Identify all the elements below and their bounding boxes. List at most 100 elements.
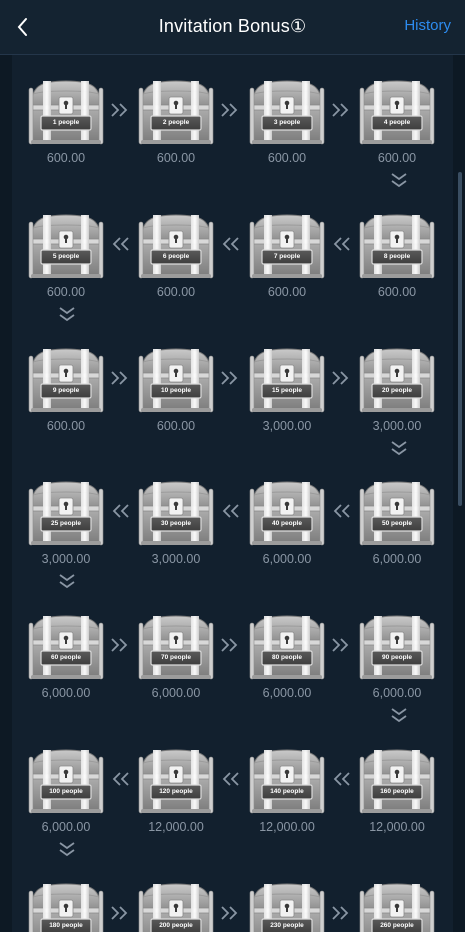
treasure-chest-icon[interactable] bbox=[136, 72, 216, 152]
double-chevron-left-icon bbox=[330, 503, 352, 519]
bonus-chest-item[interactable]: 9 people 600.00 bbox=[26, 340, 106, 434]
bonus-chest-item[interactable]: 40 people 6,000.00 bbox=[247, 473, 327, 567]
bonus-amount: 6,000.00 bbox=[372, 552, 422, 566]
chest-requirement-label: 7 people bbox=[273, 253, 301, 260]
bonus-chest-item[interactable]: 60 people 6,000.00 bbox=[26, 607, 106, 701]
bonus-chest-item[interactable]: 15 people 3,000.00 bbox=[247, 340, 327, 434]
chest-requirement-label: 25 people bbox=[51, 520, 81, 527]
bonus-chest-item[interactable]: 180 people bbox=[26, 875, 106, 932]
bonus-amount: 6,000.00 bbox=[262, 552, 312, 566]
treasure-chest-icon[interactable] bbox=[136, 206, 216, 286]
chest-requirement-label: 15 people bbox=[272, 387, 302, 394]
bonus-chest-item[interactable]: 160 people 12,000.00 bbox=[357, 741, 437, 835]
bonus-amount: 600.00 bbox=[156, 151, 196, 165]
double-chevron-right-icon bbox=[219, 102, 241, 118]
double-chevron-right-icon bbox=[330, 370, 352, 386]
bonus-amount: 600.00 bbox=[267, 285, 307, 299]
bonus-chest-item[interactable]: 90 people 6,000.00 bbox=[357, 607, 437, 701]
treasure-chest-icon[interactable] bbox=[26, 206, 106, 286]
treasure-chest-icon[interactable] bbox=[247, 206, 327, 286]
treasure-chest-icon[interactable] bbox=[247, 741, 327, 821]
chest-requirement-label: 20 people bbox=[382, 387, 412, 394]
bonus-amount: 3,000.00 bbox=[41, 552, 91, 566]
treasure-chest-icon[interactable] bbox=[247, 607, 327, 687]
treasure-chest-icon[interactable] bbox=[357, 607, 437, 687]
treasure-chest-icon[interactable] bbox=[357, 72, 437, 152]
treasure-chest-icon[interactable] bbox=[26, 741, 106, 821]
chest-requirement-label: 3 people bbox=[273, 119, 301, 126]
bonus-amount: 600.00 bbox=[377, 151, 417, 165]
chest-requirement-label: 120 people bbox=[159, 788, 193, 795]
chest-requirement-label: 1 people bbox=[52, 119, 80, 126]
history-link[interactable]: History bbox=[404, 17, 451, 34]
chest-requirement-label: 180 people bbox=[49, 922, 83, 929]
bonus-amount: 6,000.00 bbox=[262, 686, 312, 700]
bonus-chest-item[interactable]: 10 people 600.00 bbox=[136, 340, 216, 434]
bonus-amount: 6,000.00 bbox=[41, 686, 91, 700]
double-chevron-left-icon bbox=[219, 236, 241, 252]
bonus-chest-item[interactable]: 1 people 600.00 bbox=[26, 72, 106, 166]
double-chevron-right-icon bbox=[330, 102, 352, 118]
treasure-chest-icon[interactable] bbox=[26, 473, 106, 553]
double-chevron-left-icon bbox=[219, 503, 241, 519]
bonus-chest-item[interactable]: 2 people 600.00 bbox=[136, 72, 216, 166]
bonus-amount: 600.00 bbox=[46, 285, 86, 299]
treasure-chest-icon[interactable] bbox=[247, 340, 327, 420]
bonus-chest-item[interactable]: 230 people bbox=[247, 875, 327, 932]
treasure-chest-icon[interactable] bbox=[247, 72, 327, 152]
treasure-chest-icon[interactable] bbox=[136, 340, 216, 420]
bonus-chest-item[interactable]: 140 people 12,000.00 bbox=[247, 741, 327, 835]
double-chevron-down-icon bbox=[388, 440, 410, 456]
double-chevron-right-icon bbox=[330, 637, 352, 653]
chest-requirement-label: 70 people bbox=[161, 654, 191, 661]
treasure-chest-icon[interactable] bbox=[357, 340, 437, 420]
double-chevron-down-icon bbox=[56, 306, 78, 322]
bonus-amount: 3,000.00 bbox=[262, 419, 312, 433]
double-chevron-left-icon bbox=[109, 771, 131, 787]
double-chevron-right-icon bbox=[330, 905, 352, 921]
bonus-chest-item[interactable]: 8 people 600.00 bbox=[357, 206, 437, 300]
bonus-chest-item[interactable]: 200 people bbox=[136, 875, 216, 932]
bonus-chest-item[interactable]: 70 people 6,000.00 bbox=[136, 607, 216, 701]
bonus-chest-item[interactable]: 3 people 600.00 bbox=[247, 72, 327, 166]
treasure-chest-icon[interactable] bbox=[136, 741, 216, 821]
treasure-chest-icon[interactable] bbox=[247, 473, 327, 553]
bonus-chest-item[interactable]: 5 people 600.00 bbox=[26, 206, 106, 300]
double-chevron-right-icon bbox=[219, 637, 241, 653]
treasure-chest-icon[interactable] bbox=[136, 473, 216, 553]
bonus-chest-item[interactable]: 120 people 12,000.00 bbox=[136, 741, 216, 835]
chest-requirement-label: 5 people bbox=[52, 253, 80, 260]
bonus-chest-item[interactable]: 100 people 6,000.00 bbox=[26, 741, 106, 835]
bonus-amount: 12,000.00 bbox=[369, 820, 425, 834]
scrollbar[interactable] bbox=[458, 172, 462, 506]
double-chevron-left-icon bbox=[330, 771, 352, 787]
chest-requirement-label: 40 people bbox=[272, 520, 302, 527]
bonus-chest-item[interactable]: 7 people 600.00 bbox=[247, 206, 327, 300]
bonus-chest-item[interactable]: 50 people 6,000.00 bbox=[357, 473, 437, 567]
double-chevron-left-icon bbox=[330, 236, 352, 252]
treasure-chest-icon[interactable] bbox=[26, 340, 106, 420]
treasure-chest-icon[interactable] bbox=[26, 607, 106, 687]
treasure-chest-icon[interactable] bbox=[357, 206, 437, 286]
chest-requirement-label: 6 people bbox=[162, 253, 190, 260]
bonus-chest-item[interactable]: 80 people 6,000.00 bbox=[247, 607, 327, 701]
treasure-chest-icon[interactable] bbox=[357, 473, 437, 553]
double-chevron-right-icon bbox=[109, 102, 131, 118]
treasure-chest-icon[interactable] bbox=[136, 607, 216, 687]
bonus-chest-item[interactable]: 4 people 600.00 bbox=[357, 72, 437, 166]
double-chevron-down-icon bbox=[56, 573, 78, 589]
bonus-chest-item[interactable]: 25 people 3,000.00 bbox=[26, 473, 106, 567]
treasure-chest-icon[interactable] bbox=[26, 72, 106, 152]
chest-requirement-label: 4 people bbox=[383, 119, 411, 126]
chest-requirement-label: 30 people bbox=[161, 520, 191, 527]
double-chevron-right-icon bbox=[109, 637, 131, 653]
bonus-chest-item[interactable]: 20 people 3,000.00 bbox=[357, 340, 437, 434]
treasure-chest-icon[interactable] bbox=[357, 741, 437, 821]
bonus-chest-item[interactable]: 260 people bbox=[357, 875, 437, 932]
chest-requirement-label: 140 people bbox=[270, 788, 304, 795]
bonus-amount: 600.00 bbox=[267, 151, 307, 165]
bonus-chest-item[interactable]: 30 people 3,000.00 bbox=[136, 473, 216, 567]
bonus-amount: 6,000.00 bbox=[41, 820, 91, 834]
bonus-chest-item[interactable]: 6 people 600.00 bbox=[136, 206, 216, 300]
bonus-amount: 3,000.00 bbox=[151, 552, 201, 566]
